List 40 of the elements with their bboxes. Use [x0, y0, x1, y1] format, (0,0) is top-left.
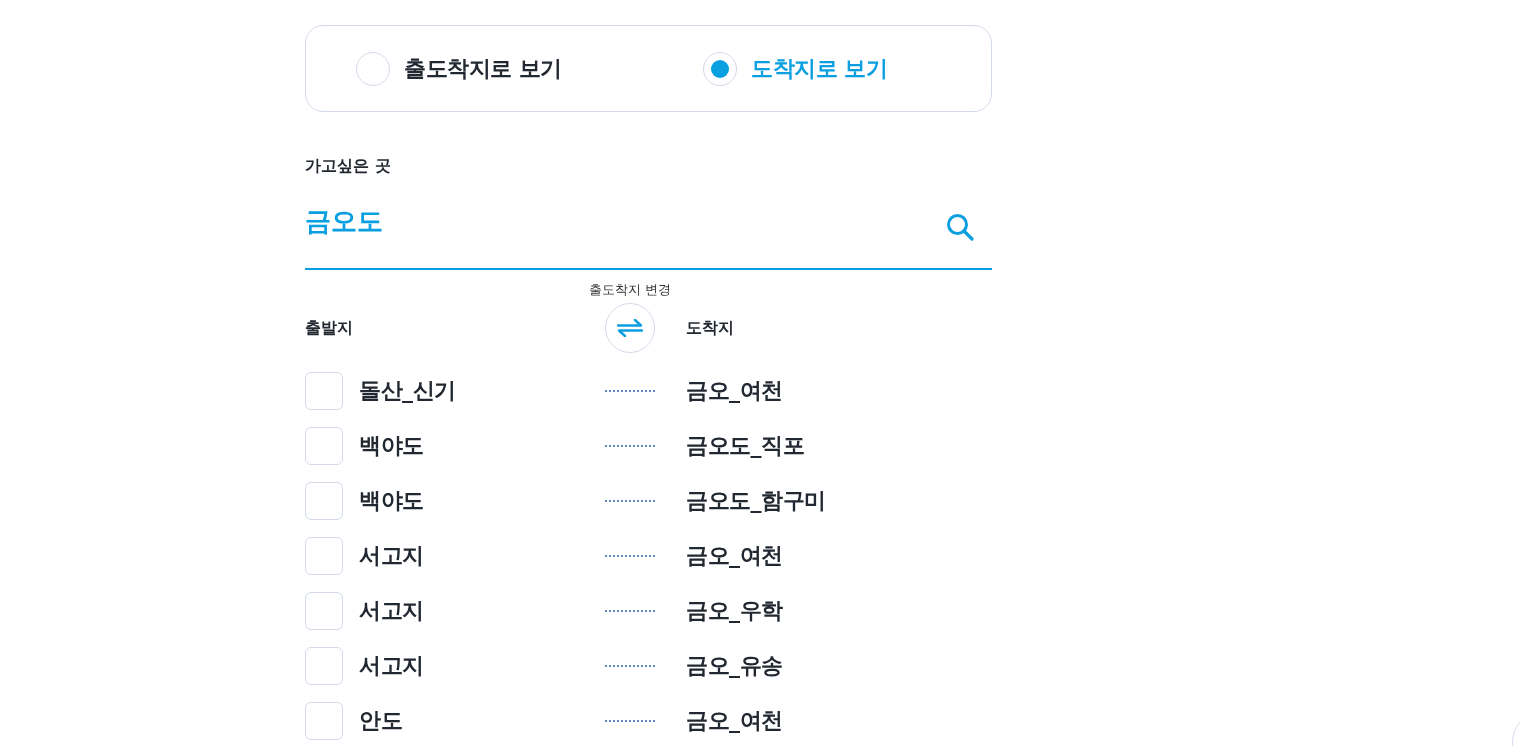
swap-button[interactable]	[605, 303, 655, 353]
arrival-name: 금오_여천	[686, 542, 783, 570]
column-heading: 출발지	[305, 317, 353, 339]
search-field[interactable]: 금오도	[305, 190, 946, 268]
swap-caption: 출도착지 변경	[588, 282, 672, 298]
departure-name: 서고지	[359, 652, 424, 680]
arrival-name: 금오_우학	[686, 597, 783, 625]
arrival-name: 금오_여천	[686, 707, 783, 735]
field-label: 가고싶은 곳	[305, 156, 391, 176]
arrival-name: 금오도_직포	[686, 432, 804, 460]
departure-name: 백야도	[359, 487, 424, 515]
column-heading: 도착지	[686, 317, 734, 339]
arrival-name: 금오도_함구미	[686, 487, 826, 515]
departure-name: 서고지	[359, 542, 424, 570]
departure-name: 서고지	[359, 597, 424, 625]
checkbox[interactable]	[305, 372, 343, 410]
checkbox[interactable]	[305, 427, 343, 465]
dotted-line	[605, 720, 655, 722]
checkbox[interactable]	[305, 592, 343, 630]
arrival-name: 금오_유송	[686, 652, 783, 680]
checkbox[interactable]	[305, 537, 343, 575]
dotted-line	[605, 390, 655, 392]
departure-name: 돌산_신기	[359, 377, 456, 405]
search-button[interactable]	[946, 213, 974, 241]
dotted-line	[605, 665, 655, 667]
departure-name: 백야도	[359, 432, 424, 460]
search-icon	[946, 213, 974, 241]
dotted-line	[605, 445, 655, 447]
dotted-line	[605, 610, 655, 612]
checkbox[interactable]	[305, 702, 343, 740]
radio-label: 도착지로 보기	[751, 54, 888, 83]
checkbox[interactable]	[305, 647, 343, 685]
checkbox[interactable]	[305, 482, 343, 520]
radio-button[interactable]	[356, 51, 390, 86]
dotted-line	[605, 500, 655, 502]
dotted-line	[605, 555, 655, 557]
departure-name: 안도	[359, 707, 402, 735]
radio-button[interactable]	[703, 51, 737, 86]
arrival-name: 금오_여천	[686, 377, 783, 405]
radio-label: 출도착지로 보기	[404, 54, 562, 83]
